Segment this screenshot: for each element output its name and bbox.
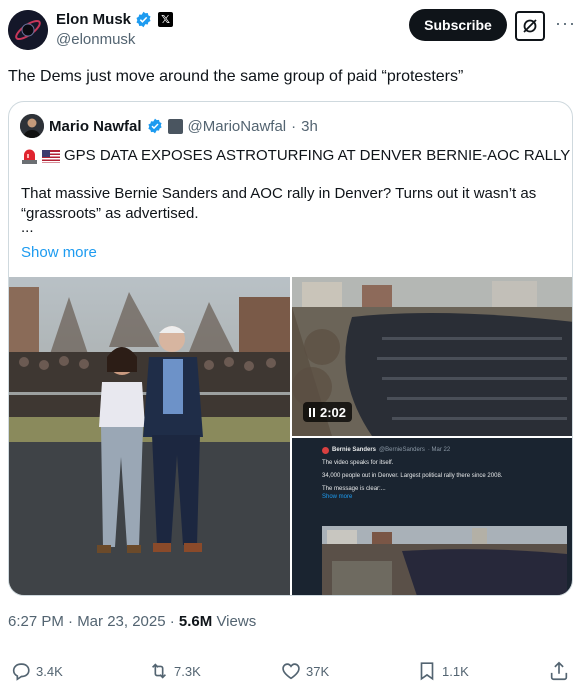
post-header: Elon Musk 𝕏 @elonmusk Subscribe ··· <box>8 8 576 52</box>
post-timestamp[interactable]: 6:27 PM · Mar 23, 2025 · <box>8 613 179 630</box>
action-bar: 3.4K 7.3K 37K 1.1K <box>8 660 576 684</box>
pause-icon <box>309 407 315 417</box>
views-label: Views <box>212 613 257 630</box>
bookmark-button[interactable]: 1.1K <box>416 660 469 682</box>
quote-author-avatar <box>20 114 44 138</box>
reply-icon <box>12 663 30 681</box>
bookmark-icon <box>420 662 434 681</box>
video-duration-badge[interactable]: 2:02 <box>303 402 353 422</box>
author-handle[interactable]: @elonmusk <box>56 31 135 48</box>
quote-headline-row: GPS DATA EXPOSES ASTROTURFING AT DENVER … <box>21 146 570 166</box>
quote-author-name: Mario Nawfal <box>49 117 142 135</box>
author-avatar[interactable] <box>8 10 48 50</box>
inner-post-date: · Mar 22 <box>427 447 451 453</box>
x-affiliation-icon: 𝕏 <box>158 12 174 27</box>
tweet-text: The Dems just move around the same group… <box>8 68 464 85</box>
quote-headline: GPS DATA EXPOSES ASTROTURFING AT DENVER … <box>64 147 571 164</box>
inner-post-name: Bernie Sanders <box>332 447 377 453</box>
media-grid: 2:02 Bernie Sanders @BernieSanders · Mar… <box>9 277 572 595</box>
author-name[interactable]: Elon Musk <box>56 11 131 28</box>
grok-icon[interactable] <box>515 11 545 41</box>
verified-badge-icon <box>136 11 151 28</box>
like-button[interactable]: 37K <box>280 660 329 682</box>
author-name-row: Elon Musk 𝕏 <box>56 11 174 28</box>
reply-count: 3.4K <box>36 663 63 679</box>
show-more-link[interactable]: Show more <box>21 244 97 261</box>
reply-button[interactable]: 3.4K <box>10 660 63 682</box>
repost-button[interactable]: 7.3K <box>148 660 201 682</box>
siren-emoji-icon <box>22 149 37 164</box>
quote-header: Mario Nawfal @MarioNawfal · 3h <box>20 114 318 138</box>
embedded-post-screenshot[interactable]: Bernie Sanders @BernieSanders · Mar 22 T… <box>292 438 572 595</box>
quoted-tweet[interactable]: Mario Nawfal @MarioNawfal · 3h GPS DATA … <box>8 101 573 596</box>
repost-count: 7.3K <box>174 663 201 679</box>
bookmark-count: 1.1K <box>442 663 469 679</box>
like-count: 37K <box>306 663 330 679</box>
quote-separator: · <box>291 117 297 135</box>
us-flag-emoji-icon <box>42 149 60 163</box>
rally-stage-photo[interactable] <box>9 277 290 595</box>
share-button[interactable] <box>548 660 570 682</box>
inner-post-image <box>322 526 567 595</box>
quote-time: 3h <box>301 117 318 135</box>
rally-crowd-video[interactable]: 2:02 <box>292 277 572 436</box>
inner-post: Bernie Sanders @BernieSanders · Mar 22 T… <box>322 446 562 501</box>
quote-paragraph: That massive Bernie Sanders and AOC rall… <box>21 185 537 222</box>
affiliation-badge-icon <box>167 118 183 134</box>
views-count: 5.6M <box>178 613 213 630</box>
heart-icon <box>282 663 300 680</box>
inner-post-show-more: Show more <box>322 494 353 500</box>
video-duration: 2:02 <box>320 404 347 420</box>
inner-post-line2: 34,000 people out in Denver. Largest pol… <box>322 473 503 479</box>
inner-post-line1: The video speaks for itself. <box>322 460 394 466</box>
more-options-icon[interactable]: ··· <box>555 13 575 34</box>
post-meta: 6:27 PM · Mar 23, 2025 · 5.6M Views <box>8 613 256 630</box>
share-icon <box>550 661 568 681</box>
inner-post-handle: @BernieSanders <box>379 447 425 453</box>
quote-ellipsis: ... <box>21 219 34 236</box>
verified-badge-icon <box>147 118 162 134</box>
quote-author-handle: @MarioNawfal <box>187 117 287 135</box>
inner-post-avatar-icon <box>322 446 329 454</box>
inner-post-header: Bernie Sanders @BernieSanders · Mar 22 <box>322 446 562 454</box>
repost-icon <box>151 663 167 679</box>
inner-post-line3: The message is clear:... <box>322 486 386 492</box>
subscribe-button[interactable]: Subscribe <box>409 9 507 41</box>
